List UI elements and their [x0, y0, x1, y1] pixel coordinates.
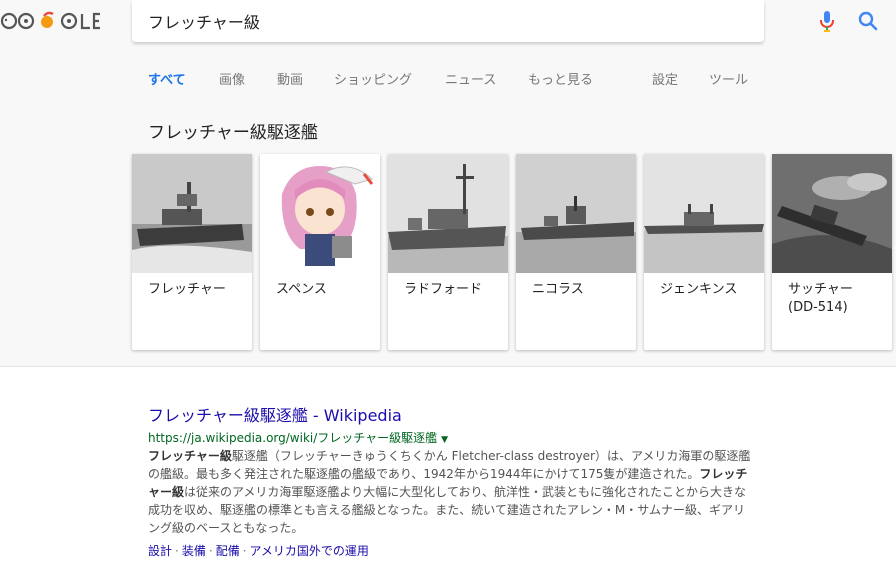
result-snippet: フレッチャー級駆逐艦（フレッチャーきゅうくちくかん Fletcher-class… — [148, 447, 752, 537]
image-card-label: スペンス — [276, 282, 327, 297]
image-card[interactable]: ニコラス — [516, 154, 636, 350]
dropdown-arrow-icon[interactable]: ▼ — [441, 435, 448, 445]
search-input[interactable] — [148, 9, 668, 33]
sitelink-design[interactable]: 設計 — [148, 544, 172, 558]
image-card[interactable]: フレッチャー — [132, 154, 252, 350]
microphone-icon[interactable] — [818, 9, 836, 33]
ship-photo-image — [772, 154, 892, 273]
image-card[interactable]: サッチャー (DD-514) — [772, 154, 892, 350]
image-card-label: ラドフォード — [404, 282, 483, 297]
sitelink-foreign-use[interactable]: アメリカ国外での運用 — [250, 544, 369, 558]
image-card[interactable]: ジェンキンス — [644, 154, 764, 350]
tab-news[interactable]: ニュース — [445, 69, 496, 88]
snippet-text: 駆逐艦（フレッチャーきゅうくちくかん Fletcher-class destro… — [148, 449, 751, 481]
ship-photo-image — [132, 154, 252, 273]
snippet-text: は従来のアメリカ海軍駆逐艦より大幅に大型化しており、航洋性・武装ともに強化された… — [148, 485, 746, 535]
tab-shopping[interactable]: ショッピング — [334, 69, 412, 88]
image-card-label: サッチャー (DD-514) — [788, 282, 853, 315]
image-card-label: フレッチャー — [148, 282, 226, 297]
tab-videos[interactable]: 動画 — [277, 69, 303, 88]
sitelinks: 設計 · 装備 · 配備 · アメリカ国外での運用 — [148, 542, 369, 559]
snippet-bold-term: フレッチャー級 — [148, 449, 232, 463]
ship-photo-image — [644, 154, 764, 273]
image-card[interactable]: ラドフォード — [388, 154, 508, 350]
separator: · — [242, 544, 247, 558]
header-area: すべて 画像 動画 ショッピング ニュース もっと見る 設定 ツール フレッチャ… — [0, 0, 896, 367]
image-card[interactable]: スペンス — [260, 154, 380, 350]
character-illustration-image — [260, 154, 380, 273]
search-icon[interactable] — [856, 9, 880, 33]
image-pack-title[interactable]: フレッチャー級駆逐艦 — [148, 118, 318, 143]
search-tabs: すべて 画像 動画 ショッピング ニュース もっと見る 設定 ツール — [0, 64, 896, 94]
sitelink-equipment[interactable]: 装備 — [182, 544, 206, 558]
separator: · — [208, 544, 213, 558]
google-doodle-logo[interactable] — [0, 10, 112, 32]
tab-images[interactable]: 画像 — [219, 69, 245, 88]
ship-photo-image — [516, 154, 636, 273]
result-title-link[interactable]: フレッチャー級駆逐艦 - Wikipedia — [148, 402, 402, 426]
ship-photo-image — [388, 154, 508, 273]
tab-settings[interactable]: 設定 — [652, 69, 678, 88]
search-box — [132, 0, 878, 42]
result-url[interactable]: https://ja.wikipedia.org/wiki/フレッチャー級駆逐艦… — [148, 429, 448, 446]
tab-tools[interactable]: ツール — [709, 69, 748, 88]
sitelink-deployment[interactable]: 配備 — [216, 544, 240, 558]
separator: · — [175, 544, 179, 558]
tab-all[interactable]: すべて — [148, 69, 186, 88]
tab-more[interactable]: もっと見る — [528, 69, 593, 88]
image-card-label: ニコラス — [532, 282, 584, 297]
result-url-text: https://ja.wikipedia.org/wiki/フレッチャー級駆逐艦 — [148, 431, 438, 445]
image-card-label: ジェンキンス — [660, 282, 738, 297]
